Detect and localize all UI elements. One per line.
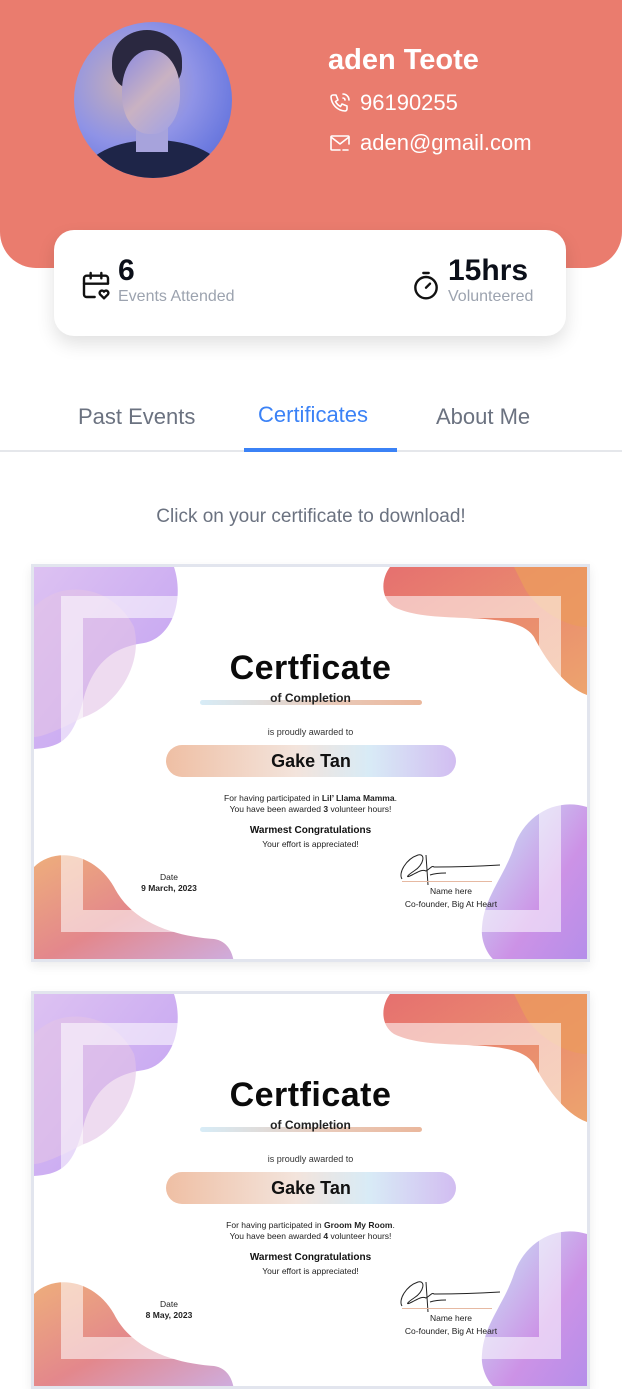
certificate-text: You have been awarded bbox=[229, 1231, 324, 1241]
profile-tabs: Past Events Certificates About Me bbox=[0, 390, 622, 452]
certificate-text: Date bbox=[160, 872, 178, 882]
signature-icon bbox=[400, 854, 501, 885]
phone-number[interactable]: 96190255 bbox=[360, 90, 458, 116]
certificate-text: For having participated in bbox=[226, 1220, 324, 1230]
certificate-text: 9 March, 2023 bbox=[141, 883, 197, 893]
certificate-subtitle: of Completion bbox=[270, 691, 351, 705]
events-attended-stat: 6 Events Attended bbox=[80, 254, 235, 306]
email-row: aden@gmail.com bbox=[328, 130, 532, 156]
certificate-text: Name here bbox=[429, 886, 473, 896]
awarded-to-label: is proudly awarded to bbox=[267, 1154, 354, 1164]
mail-icon bbox=[330, 135, 350, 151]
event-name: Groom My Room bbox=[323, 1220, 393, 1230]
certificate-text: Co-founder, Big At Heart bbox=[404, 899, 498, 909]
stats-card: 6 Events Attended 15hrs Volunteered bbox=[54, 230, 566, 336]
congrats-heading: Warmest Congratulations bbox=[249, 1252, 372, 1263]
certificate-title: Certficate bbox=[229, 649, 392, 687]
certificate-card[interactable]: Certficate of Completion is proudly awar… bbox=[31, 564, 590, 962]
event-name: Lil’ Llama Mamma bbox=[321, 793, 395, 803]
participation-text: For having participated in Groom My Room… bbox=[226, 1220, 395, 1241]
signer-info: Name here Co-founder, Big At Heart bbox=[386, 885, 516, 911]
certificate-text: Date bbox=[160, 1299, 178, 1309]
signer-info: Name here Co-founder, Big At Heart bbox=[386, 1312, 516, 1338]
stopwatch-icon bbox=[414, 271, 438, 300]
phone-icon bbox=[330, 93, 350, 112]
certificate-date: Date 9 March, 2023 bbox=[129, 872, 209, 894]
congrats-heading: Warmest Congratulations bbox=[249, 825, 372, 836]
hours-label: Volunteered bbox=[448, 288, 534, 305]
certificate-text: volunteer hours! bbox=[328, 1231, 392, 1241]
email-address[interactable]: aden@gmail.com bbox=[360, 130, 532, 156]
profile-name: aden Teote bbox=[328, 44, 479, 76]
download-hint: Click on your certificate to download! bbox=[156, 506, 466, 527]
signature-line bbox=[402, 1308, 492, 1309]
certificate-card[interactable]: Certficate of Completion is proudly awar… bbox=[31, 991, 590, 1389]
recipient-name: Gake Tan bbox=[166, 1172, 456, 1204]
recipient-name: Gake Tan bbox=[166, 745, 456, 777]
certificate-text: For having participated in bbox=[224, 793, 322, 803]
hours-volunteered-stat: 15hrs Volunteered bbox=[410, 254, 533, 306]
active-tab-indicator bbox=[244, 448, 397, 452]
participation-text: For having participated in Lil’ Llama Ma… bbox=[224, 793, 397, 814]
signature-line bbox=[402, 881, 492, 882]
certificate-text: Name here bbox=[429, 1313, 473, 1323]
phone-row: 96190255 bbox=[328, 90, 458, 116]
profile-header: aden Teote 96190255 aden@gmail.com bbox=[0, 0, 622, 268]
tab-past-events[interactable]: Past Events bbox=[78, 404, 195, 452]
tab-about-me[interactable]: About Me bbox=[436, 404, 530, 452]
certificate-text: Co-founder, Big At Heart bbox=[404, 1326, 498, 1336]
certificate-text: volunteer hours! bbox=[328, 804, 392, 814]
certificate-text: 8 May, 2023 bbox=[145, 1310, 193, 1320]
awarded-to-label: is proudly awarded to bbox=[267, 727, 354, 737]
events-count: 6 bbox=[118, 254, 135, 287]
signature-icon bbox=[400, 1281, 501, 1312]
certificate-date: Date 8 May, 2023 bbox=[129, 1299, 209, 1321]
certificate-title: Certficate bbox=[229, 1076, 392, 1114]
certificate-subtitle: of Completion bbox=[270, 1118, 351, 1132]
tab-certificates[interactable]: Certificates bbox=[258, 402, 368, 450]
events-label: Events Attended bbox=[118, 288, 235, 305]
certificate-text: You have been awarded bbox=[229, 804, 324, 814]
hours-count: 15hrs bbox=[448, 254, 529, 287]
avatar bbox=[74, 22, 232, 178]
calendar-heart-icon bbox=[82, 271, 110, 300]
